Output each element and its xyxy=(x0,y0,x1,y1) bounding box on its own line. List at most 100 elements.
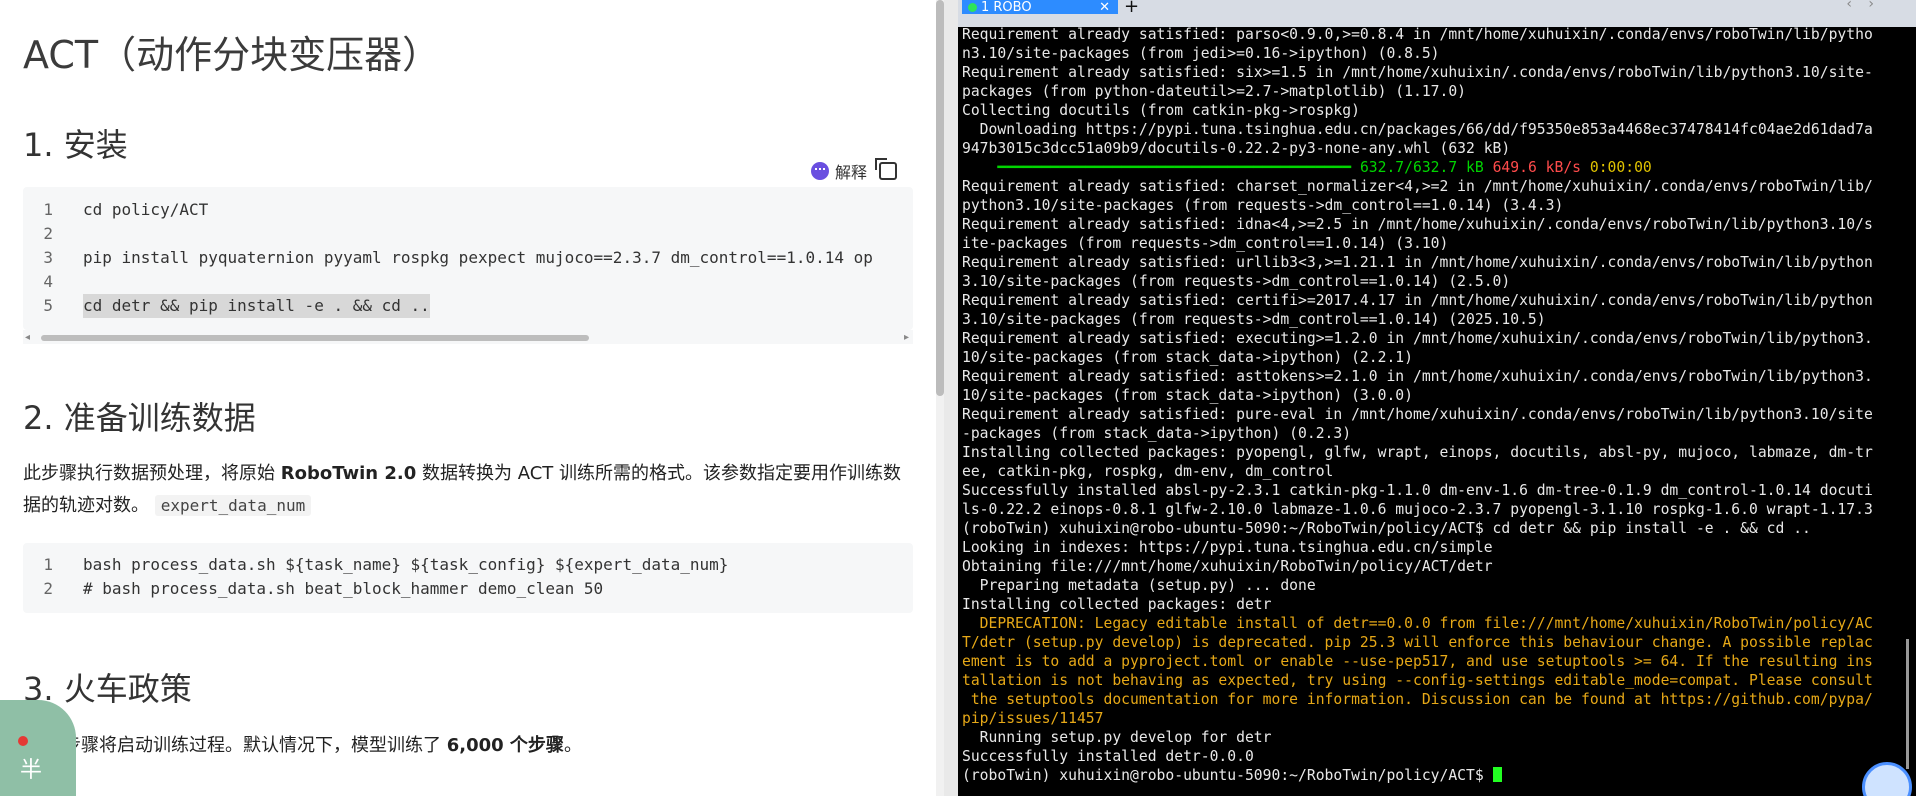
robot-icon xyxy=(811,162,829,180)
terminal-tab[interactable]: 1 ROBO ✕ xyxy=(962,0,1118,15)
code-horizontal-scrollbar[interactable]: ◂ ▸ xyxy=(23,330,913,344)
terminal-line: Requirement already satisfied: asttokens… xyxy=(962,367,1894,386)
status-dot-icon xyxy=(968,2,977,12)
terminal-tab-bar: 1 ROBO ✕ + ‹ › xyxy=(958,0,1916,27)
terminal-line-text: ls-0.22.2 einops-0.8.1 glfw-2.10.0 labma… xyxy=(962,501,1873,518)
terminal-line-text: Looking in indexes: https://pypi.tuna.ts… xyxy=(962,539,1493,556)
terminal-line-text: Running setup.py develop for detr xyxy=(962,729,1272,746)
terminal-line-text: the setuptools documentation for more in… xyxy=(962,691,1873,708)
notification-dot xyxy=(18,736,28,746)
progress-bar: ━━━━━━━━━━━━━━━━━━━━━━━━━━━━━━━━━━━━━━━━ xyxy=(997,159,1352,176)
code-line: 2 xyxy=(23,222,913,246)
terminal-line: 3.10/site-packages (from requests->dm_co… xyxy=(962,272,1894,291)
terminal-line-text: Installing collected packages: pyopengl,… xyxy=(962,444,1873,461)
code-line: 4 xyxy=(23,270,913,294)
docs-pane: ACT（动作分块变压器） 1. 安装 解释 1 cd policy/ACT 2 3 pi… xyxy=(0,0,936,796)
terminal-line: Requirement already satisfied: idna<4,>=… xyxy=(962,215,1894,234)
assistant-floating-bubble[interactable]: 半 xyxy=(0,700,76,796)
terminal-line-text: ement is to add a pyproject.toml or enab… xyxy=(962,653,1873,670)
close-icon[interactable]: ✕ xyxy=(1099,0,1110,15)
terminal-line: Requirement already satisfied: six>=1.5 … xyxy=(962,63,1894,82)
bubble-label: 半 xyxy=(20,758,43,783)
scroll-right-icon[interactable]: ▸ xyxy=(904,332,909,343)
terminal-line-text: 10/site-packages (from stack_data->ipyth… xyxy=(962,349,1413,366)
terminal-line-text: Requirement already satisfied: idna<4,>=… xyxy=(962,216,1873,233)
terminal-line: Downloading https://pypi.tuna.tsinghua.e… xyxy=(962,120,1894,139)
terminal-line: Collecting docutils (from catkin-pkg->ro… xyxy=(962,101,1894,120)
terminal-line: Preparing metadata (setup.py) ... done xyxy=(962,576,1894,595)
section-data-paragraph: 此步骤执行数据预处理，将原始 RoboTwin 2.0 数据转换为 ACT 训练… xyxy=(23,463,902,516)
copy-icon[interactable] xyxy=(875,158,898,180)
terminal-line: (roboTwin) xuhuixin@robo-ubuntu-5090:~/R… xyxy=(962,519,1894,538)
terminal-pane[interactable]: 1 ROBO ✕ + ‹ › Requirement already satis… xyxy=(958,0,1916,796)
terminal-line: DEPRECATION: Legacy editable install of … xyxy=(962,614,1894,633)
scrollbar-thumb[interactable] xyxy=(936,0,944,396)
terminal-line: Installing collected packages: pyopengl,… xyxy=(962,443,1894,462)
terminal-line: Requirement already satisfied: charset_n… xyxy=(962,177,1894,196)
terminal-line: Installing collected packages: detr xyxy=(962,595,1894,614)
terminal-line: Successfully installed absl-py-2.3.1 cat… xyxy=(962,481,1894,500)
terminal-line-text: T/detr (setup.py develop) is deprecated.… xyxy=(962,634,1873,651)
terminal-line-text: ee, catkin-pkg, rospkg, dm-env, dm_contr… xyxy=(962,463,1334,480)
terminal-line: (roboTwin) xuhuixin@robo-ubuntu-5090:~/R… xyxy=(962,766,1894,785)
terminal-line: the setuptools documentation for more in… xyxy=(962,690,1894,709)
terminal-line: ee, catkin-pkg, rospkg, dm-env, dm_contr… xyxy=(962,462,1894,481)
terminal-line: 10/site-packages (from stack_data->ipyth… xyxy=(962,348,1894,367)
terminal-line-text: pip/issues/11457 xyxy=(962,710,1104,727)
terminal-scrollbar[interactable] xyxy=(1900,27,1916,796)
terminal-line: Obtaining file:///mnt/home/xuhuixin/Robo… xyxy=(962,557,1894,576)
new-tab-icon[interactable]: + xyxy=(1124,0,1139,17)
terminal-line-text: python3.10/site-packages (from requests-… xyxy=(962,197,1564,214)
terminal-tab-title: 1 ROBO xyxy=(981,0,1032,15)
terminal-line-text: Requirement already satisfied: executing… xyxy=(962,330,1873,347)
terminal-line-text: Requirement already satisfied: six>=1.5 … xyxy=(962,64,1873,81)
page-title: ACT（动作分块变压器） xyxy=(23,33,441,77)
terminal-line-text: (roboTwin) xuhuixin@robo-ubuntu-5090:~/R… xyxy=(962,767,1493,784)
code-toolbar: 解释 xyxy=(811,155,931,187)
terminal-line: pip/issues/11457 xyxy=(962,709,1894,728)
code-line: 5 cd detr && pip install -e . && cd .. xyxy=(23,294,913,318)
line-number: 1 xyxy=(43,200,53,219)
terminal-line-text: Successfully installed detr-0.0.0 xyxy=(962,748,1254,765)
terminal-line: ite-packages (from requests->dm_control=… xyxy=(962,234,1894,253)
docs-vertical-scrollbar[interactable] xyxy=(936,0,944,796)
line-number: 2 xyxy=(43,224,53,243)
tab-nav-arrows-icon[interactable]: ‹ › xyxy=(1846,0,1880,12)
download-speed: 649.6 kB/s xyxy=(1492,159,1582,176)
terminal-line-text: Collecting docutils (from catkin-pkg->ro… xyxy=(962,102,1360,119)
terminal-line-text: Requirement already satisfied: asttokens… xyxy=(962,368,1873,385)
terminal-line: Requirement already satisfied: pure-eval… xyxy=(962,405,1894,424)
pane-divider[interactable] xyxy=(944,0,958,796)
terminal-line: packages (from python-dateutil>=2.7->mat… xyxy=(962,82,1894,101)
terminal-line: Requirement already satisfied: executing… xyxy=(962,329,1894,348)
code-text: cd policy/ACT xyxy=(83,200,209,219)
terminal-line: python3.10/site-packages (from requests-… xyxy=(962,196,1894,215)
terminal-line: Successfully installed detr-0.0.0 xyxy=(962,747,1894,766)
terminal-line-text: ite-packages (from requests->dm_control=… xyxy=(962,235,1449,252)
process-data-code-block[interactable]: 1 bash process_data.sh ${task_name} ${tas… xyxy=(23,543,913,613)
terminal-line-text: Requirement already satisfied: charset_n… xyxy=(962,178,1873,195)
scrollbar-thumb[interactable] xyxy=(41,335,589,341)
terminal-line: Requirement already satisfied: parso<0.9… xyxy=(962,25,1894,44)
line-number: 4 xyxy=(43,272,53,291)
code-line: 1 bash process_data.sh ${task_name} ${tas… xyxy=(23,553,913,577)
terminal-line: Running setup.py develop for detr xyxy=(962,728,1894,747)
scroll-left-icon[interactable]: ◂ xyxy=(25,332,30,343)
terminal-line-text: DEPRECATION: Legacy editable install of … xyxy=(962,615,1873,632)
line-number: 5 xyxy=(43,296,53,315)
terminal-line-text: 3.10/site-packages (from requests->dm_co… xyxy=(962,311,1546,328)
terminal-line-text: tallation is not behaving as expected, t… xyxy=(962,672,1873,689)
terminal-output[interactable]: Requirement already satisfied: parso<0.9… xyxy=(962,25,1894,785)
section-train-paragraph: 步骤将启动训练过程。默认情况下，模型训练了 6,000 个步骤。 xyxy=(63,735,582,756)
terminal-line: -packages (from stack_data->ipython) (0.… xyxy=(962,424,1894,443)
terminal-line-text: Requirement already satisfied: parso<0.9… xyxy=(962,26,1873,43)
explain-button[interactable]: 解释 xyxy=(811,159,867,183)
section-install-heading: 1. 安装 xyxy=(23,126,128,164)
terminal-line-text: Downloading https://pypi.tuna.tsinghua.e… xyxy=(962,121,1873,138)
install-code-block[interactable]: 1 cd policy/ACT 2 3 pip install pyquaternion… xyxy=(23,187,913,330)
scrollbar-thumb[interactable] xyxy=(1906,639,1909,769)
terminal-line: n3.10/site-packages (from jedi>=0.16->ip… xyxy=(962,44,1894,63)
code-line: 1 cd policy/ACT xyxy=(23,198,913,222)
terminal-line-text: 3.10/site-packages (from requests->dm_co… xyxy=(962,273,1511,290)
terminal-line: T/detr (setup.py develop) is deprecated.… xyxy=(962,633,1894,652)
